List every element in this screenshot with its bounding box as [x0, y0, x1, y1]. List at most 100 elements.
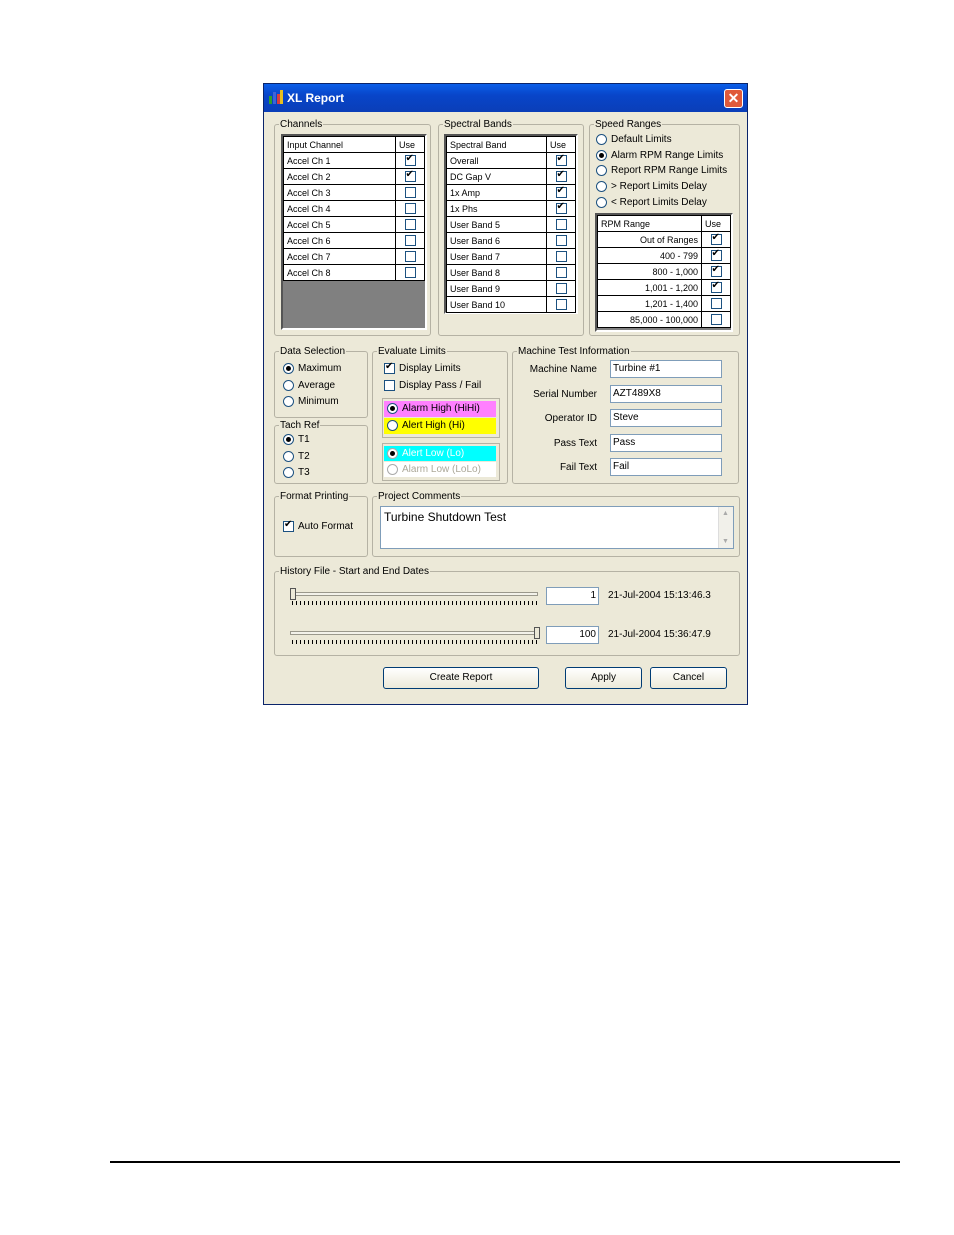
rpm-range-grid[interactable]: RPM RangeUse Out of Ranges400 - 799800 -… [595, 213, 733, 332]
speed-range-radio[interactable] [596, 181, 607, 193]
start-slider[interactable] [288, 586, 540, 605]
rpm-use-cell[interactable] [701, 231, 731, 248]
channel-use-checkbox[interactable] [404, 169, 416, 183]
rpm-row[interactable]: 1,201 - 1,400 [597, 295, 731, 312]
project-comments-textarea[interactable]: Turbine Shutdown Test ▲ ▼ [380, 506, 734, 549]
band-row[interactable]: User Band 6 [446, 232, 576, 249]
channel-use-checkbox[interactable] [404, 203, 416, 215]
channel-use-checkbox[interactable] [404, 267, 416, 279]
display-limits-box[interactable] [384, 361, 395, 374]
start-slider-thumb[interactable] [290, 588, 296, 600]
scroll-up-icon[interactable]: ▲ [722, 510, 729, 517]
rpm-use-cell[interactable] [701, 279, 731, 296]
rpm-use-checkbox[interactable] [710, 232, 722, 246]
channel-use-cell[interactable] [395, 152, 425, 169]
speed-range-radio[interactable] [596, 196, 607, 208]
band-use-checkbox[interactable] [555, 219, 567, 231]
band-row[interactable]: DC Gap V [446, 168, 576, 185]
tach-ref-option[interactable]: T1 [283, 434, 310, 445]
rpm-use-cell[interactable] [701, 295, 731, 312]
channel-row[interactable]: Accel Ch 8 [283, 264, 425, 281]
rpm-use-checkbox[interactable] [710, 298, 722, 310]
channel-use-cell[interactable] [395, 168, 425, 185]
spectral-bands-grid[interactable]: Spectral BandUse OverallDC Gap V1x Amp1x… [444, 134, 578, 314]
tach-ref-radio[interactable] [283, 450, 294, 462]
channel-row[interactable]: Accel Ch 6 [283, 232, 425, 249]
band-use-checkbox[interactable] [555, 169, 567, 183]
cancel-button[interactable]: Cancel [650, 667, 727, 689]
band-use-cell[interactable] [546, 184, 576, 201]
comments-scrollbar[interactable]: ▲ ▼ [718, 507, 733, 548]
channel-row[interactable]: Accel Ch 5 [283, 216, 425, 233]
machine-field-input[interactable]: Fail [610, 458, 722, 476]
channel-use-checkbox[interactable] [404, 235, 416, 247]
close-button[interactable]: ✕ [724, 89, 743, 108]
channel-use-checkbox[interactable] [404, 251, 416, 263]
channel-use-cell[interactable] [395, 248, 425, 265]
channel-row[interactable]: Accel Ch 4 [283, 200, 425, 217]
speed-range-option[interactable]: Default Limits [596, 134, 672, 145]
speed-range-radio[interactable] [596, 134, 607, 145]
band-row[interactable]: User Band 5 [446, 216, 576, 233]
speed-range-option[interactable]: Alarm RPM Range Limits [596, 149, 723, 161]
band-use-cell[interactable] [546, 152, 576, 169]
channel-use-checkbox[interactable] [404, 153, 416, 167]
rpm-row[interactable]: 1,001 - 1,200 [597, 279, 731, 296]
band-use-checkbox[interactable] [555, 153, 567, 167]
data-selection-radio[interactable] [283, 363, 294, 374]
rpm-use-checkbox[interactable] [710, 264, 722, 278]
alert-high-option[interactable]: Alert High (Hi) [384, 418, 496, 434]
band-row[interactable]: Overall [446, 152, 576, 169]
end-index-field[interactable]: 100 [546, 626, 599, 644]
auto-format-checkbox[interactable]: Auto Format [283, 519, 353, 532]
tach-ref-option[interactable]: T2 [283, 450, 310, 462]
band-row[interactable]: User Band 9 [446, 280, 576, 297]
machine-field-input[interactable]: AZT489X8 [610, 384, 722, 403]
channel-use-checkbox[interactable] [404, 187, 416, 199]
speed-range-option[interactable]: > Report Limits Delay [596, 181, 707, 192]
data-selection-radio[interactable] [283, 379, 294, 391]
rpm-use-checkbox[interactable] [710, 248, 722, 262]
band-use-checkbox[interactable] [555, 283, 567, 295]
channel-use-cell[interactable] [395, 264, 425, 281]
data-selection-option[interactable]: Maximum [283, 363, 341, 374]
alarm-high-option[interactable]: Alarm High (HiHi) [384, 401, 496, 417]
display-limits-checkbox[interactable]: Display Limits [384, 361, 461, 374]
band-row[interactable]: 1x Amp [446, 184, 576, 201]
band-use-checkbox[interactable] [555, 299, 567, 311]
band-use-checkbox[interactable] [555, 235, 567, 247]
rpm-use-checkbox[interactable] [710, 314, 722, 326]
tach-ref-radio[interactable] [283, 467, 294, 478]
data-selection-radio[interactable] [283, 396, 294, 407]
band-use-cell[interactable] [546, 280, 576, 297]
band-use-checkbox[interactable] [555, 201, 567, 215]
band-use-cell[interactable] [546, 248, 576, 265]
rpm-row[interactable]: 400 - 799 [597, 247, 731, 264]
tach-ref-radio[interactable] [283, 434, 294, 445]
band-use-cell[interactable] [546, 232, 576, 249]
channel-use-cell[interactable] [395, 232, 425, 249]
band-use-cell[interactable] [546, 264, 576, 281]
channel-use-cell[interactable] [395, 216, 425, 233]
rpm-row[interactable]: 800 - 1,000 [597, 263, 731, 280]
band-use-checkbox[interactable] [555, 267, 567, 279]
channel-use-cell[interactable] [395, 200, 425, 217]
apply-button[interactable]: Apply [565, 667, 642, 689]
band-use-checkbox[interactable] [555, 185, 567, 199]
rpm-use-cell[interactable] [701, 247, 731, 264]
rpm-use-cell[interactable] [701, 263, 731, 280]
channel-row[interactable]: Accel Ch 2 [283, 168, 425, 185]
band-use-cell[interactable] [546, 296, 576, 313]
band-use-cell[interactable] [546, 200, 576, 217]
auto-format-box[interactable] [283, 519, 294, 532]
speed-range-option[interactable]: Report RPM Range Limits [596, 165, 727, 177]
data-selection-option[interactable]: Minimum [283, 396, 339, 407]
channel-use-cell[interactable] [395, 184, 425, 201]
channel-row[interactable]: Accel Ch 7 [283, 248, 425, 265]
rpm-use-checkbox[interactable] [710, 280, 722, 294]
machine-field-input[interactable]: Turbine #1 [610, 360, 722, 378]
channels-grid[interactable]: Input ChannelUse Accel Ch 1Accel Ch 2Acc… [281, 134, 427, 330]
speed-range-radio[interactable] [596, 165, 607, 177]
channel-row[interactable]: Accel Ch 1 [283, 152, 425, 169]
speed-range-radio[interactable] [596, 149, 607, 161]
